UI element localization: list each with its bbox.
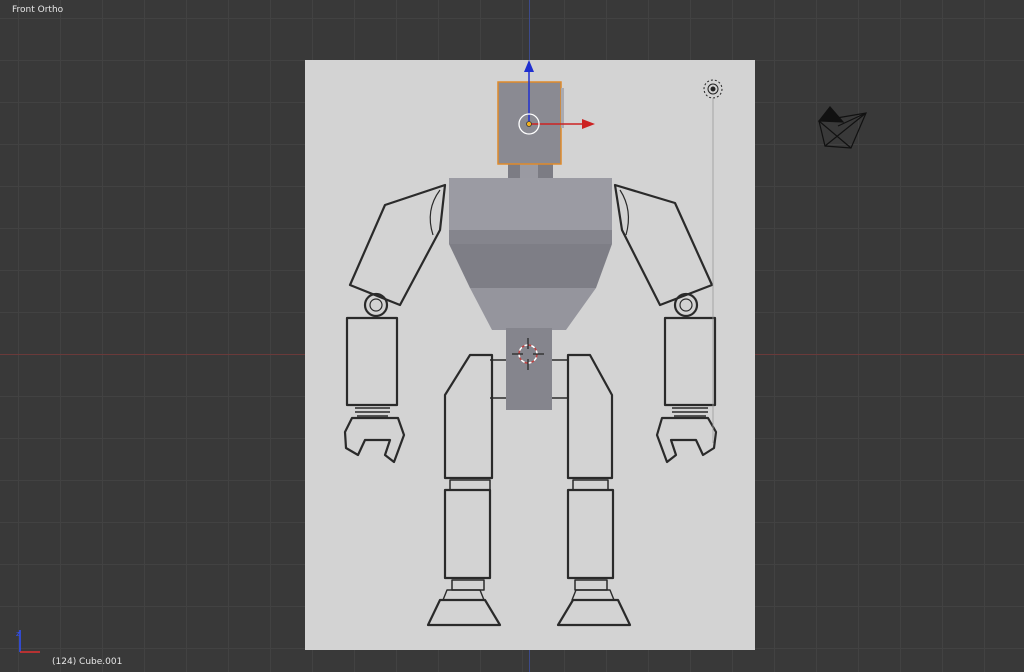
sketch-left-forearm bbox=[345, 316, 399, 407]
svg-text:z: z bbox=[16, 630, 20, 638]
sketch-right-claw bbox=[655, 416, 718, 464]
sketch-right-upper-arm bbox=[613, 183, 714, 307]
robot-mesh bbox=[449, 81, 612, 410]
sketch-left-shin bbox=[443, 488, 492, 580]
scene-overlay: z bbox=[16, 60, 867, 653]
sketch-right-forearm bbox=[663, 316, 717, 407]
sketch-left-thigh bbox=[443, 353, 494, 480]
lamp-icon bbox=[703, 79, 723, 443]
sketch-left-upper-arm bbox=[348, 183, 447, 307]
sketch-right-thigh bbox=[566, 353, 614, 480]
axes-gizmo-icon: z bbox=[16, 630, 40, 653]
mesh-pelvis bbox=[506, 328, 552, 410]
sketch-right-foot bbox=[556, 598, 632, 627]
sketch-right-shin bbox=[566, 488, 615, 580]
x-arrow-icon bbox=[582, 119, 595, 129]
object-info-label: (124) Cube.001 bbox=[52, 657, 123, 667]
mesh-abdomen bbox=[449, 244, 612, 288]
3d-viewport[interactable]: z Front Ortho (124) Cube.001 bbox=[0, 0, 1024, 672]
camera-icon bbox=[817, 106, 867, 149]
sketch-left-claw bbox=[343, 416, 406, 464]
view-name-label: Front Ortho bbox=[12, 5, 64, 15]
sketch-left-foot bbox=[426, 598, 502, 627]
z-arrow-icon bbox=[524, 60, 534, 72]
